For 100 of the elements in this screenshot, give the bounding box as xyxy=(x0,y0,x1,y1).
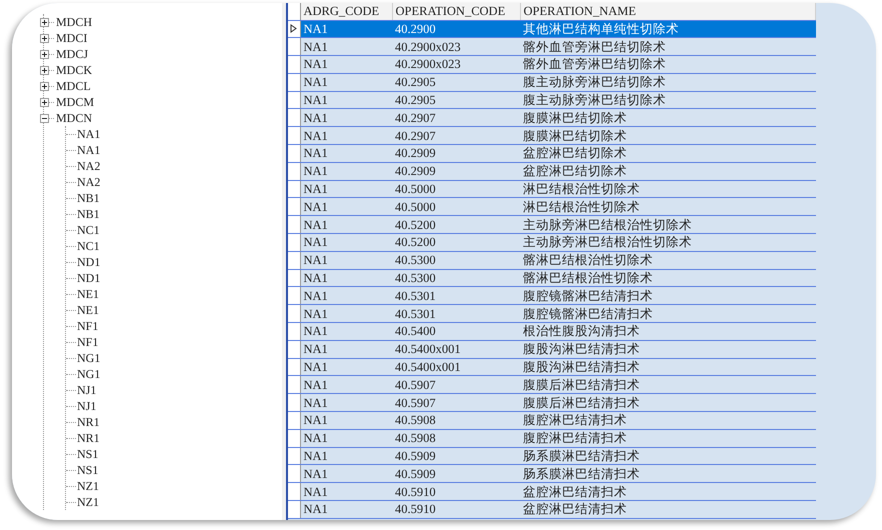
table-row[interactable]: NA1 40.5000 淋巴结根治性切除术 xyxy=(288,180,816,198)
tree-item[interactable]: NG1 xyxy=(77,366,100,382)
column-header[interactable]: OPERATION_CODE xyxy=(392,3,520,20)
table-cell: 40.2907 xyxy=(392,126,520,145)
table-cell: NA1 xyxy=(300,126,392,145)
expand-icon[interactable] xyxy=(40,18,49,26)
table-row[interactable]: NA1 40.5908 腹腔淋巴结清扫术 xyxy=(288,429,816,448)
table-row[interactable]: NA1 40.2909 盆腔淋巴结切除术 xyxy=(288,162,816,180)
table-row[interactable]: NA1 40.2900x023 髂外血管旁淋巴结切除术 xyxy=(288,56,816,74)
tree-item[interactable]: NZ1 xyxy=(77,494,99,510)
tree-item[interactable]: NB1 xyxy=(77,190,100,206)
tree-item[interactable]: NR1 xyxy=(77,414,100,430)
tree-item[interactable]: NA1 xyxy=(77,142,100,158)
table-row[interactable]: NA1 40.5910 盆腔淋巴结清扫术 xyxy=(288,482,816,501)
table-row[interactable]: NA1 40.5400 根治性腹股沟清扫术 xyxy=(288,322,816,340)
table-row[interactable]: NA1 40.2907 腹膜淋巴结切除术 xyxy=(288,108,816,127)
table-cell: 40.5907 xyxy=(392,394,520,412)
table-row[interactable]: NA1 40.5910 盆腔淋巴结清扫术 xyxy=(288,500,816,518)
tree-item[interactable]: NA1 xyxy=(77,126,100,142)
table-row[interactable]: NA1 40.5200 主动脉旁淋巴结根治性切除术 xyxy=(288,216,816,234)
table-row[interactable]: NA1 40.5400x001 腹股沟淋巴结清扫术 xyxy=(288,358,816,376)
table-row[interactable]: NA1 40.5400x001 腹股沟淋巴结清扫术 xyxy=(288,340,816,358)
table-cell: NA1 xyxy=(300,91,392,109)
table-row[interactable]: NA1 40.5300 髂淋巴结根治性切除术 xyxy=(288,269,816,287)
table-cell: 髂淋巴结根治性切除术 xyxy=(520,251,816,270)
column-header[interactable]: OPERATION_NAME xyxy=(520,3,816,20)
tree-item[interactable]: MDCH xyxy=(56,14,92,30)
tree-item[interactable]: NC1 xyxy=(77,238,100,254)
tree-item[interactable]: NR1 xyxy=(77,430,100,446)
tree-item[interactable]: NB1 xyxy=(77,206,100,222)
table-cell: 腹腔淋巴结清扫术 xyxy=(520,429,816,448)
table-cell: NA1 xyxy=(300,500,392,518)
tree-item[interactable]: NJ1 xyxy=(77,398,96,414)
table-cell: NA1 xyxy=(300,216,392,234)
table-cell: 腹腔淋巴结清扫术 xyxy=(520,412,816,430)
tree-item[interactable]: ND1 xyxy=(77,254,100,270)
table-row[interactable]: NA1 40.5908 腹腔淋巴结清扫术 xyxy=(288,412,816,430)
tree-item[interactable]: MDCI xyxy=(56,30,88,46)
tree-item[interactable]: MDCK xyxy=(56,62,92,78)
tree-item[interactable]: NF1 xyxy=(77,334,98,350)
table-row[interactable]: NA1 40.5300 髂淋巴结根治性切除术 xyxy=(288,251,816,270)
expand-icon[interactable] xyxy=(40,82,49,90)
tree-item[interactable]: NF1 xyxy=(77,318,98,334)
tree-item[interactable]: ND1 xyxy=(77,270,100,286)
table-row[interactable]: NA1 40.5000 淋巴结根治性切除术 xyxy=(288,198,816,216)
table-cell: 腹股沟淋巴结清扫术 xyxy=(520,340,816,358)
table-row[interactable]: NA1 40.5301 腹腔镜髂淋巴结清扫术 xyxy=(288,286,816,305)
table-cell: 40.2905 xyxy=(392,73,520,92)
table-cell: 腹主动脉旁淋巴结切除术 xyxy=(520,73,816,92)
table-cell: 盆腔淋巴结切除术 xyxy=(520,162,816,180)
table-row[interactable]: NA1 40.5907 腹膜后淋巴结清扫术 xyxy=(288,376,816,394)
table-row[interactable]: NA1 40.2909 盆腔淋巴结切除术 xyxy=(288,144,816,162)
table-row[interactable]: NA1 40.2905 腹主动脉旁淋巴结切除术 xyxy=(288,91,816,109)
expand-icon[interactable] xyxy=(40,98,49,106)
tree-item[interactable]: MDCL xyxy=(56,78,91,94)
expand-icon[interactable] xyxy=(40,50,49,58)
table-row[interactable]: NA1 40.5907 腹膜后淋巴结清扫术 xyxy=(288,394,816,412)
tree-item[interactable]: NS1 xyxy=(77,462,98,478)
table-row[interactable]: NA1 40.5301 腹腔镜髂淋巴结清扫术 xyxy=(288,304,816,323)
tree-item[interactable]: MDCN xyxy=(56,110,92,126)
tree-item[interactable]: NJ1 xyxy=(77,382,96,398)
tree-item[interactable]: NS1 xyxy=(77,446,98,462)
table-cell: 40.5908 xyxy=(392,429,520,448)
table-cell: NA1 xyxy=(300,447,392,465)
tree-item[interactable]: NE1 xyxy=(77,286,99,302)
expand-icon[interactable] xyxy=(40,66,49,74)
tree-item[interactable]: MDCJ xyxy=(56,46,88,62)
table-cell: NA1 xyxy=(300,322,392,340)
expand-icon[interactable] xyxy=(40,34,49,42)
table-row[interactable]: NA1 40.2900 其他淋巴结构单纯性切除术 xyxy=(288,20,816,38)
table-cell: 40.5300 xyxy=(392,269,520,287)
table-cell: 40.5000 xyxy=(392,198,520,216)
table-cell: 髂外血管旁淋巴结切除术 xyxy=(520,56,816,74)
table-cell: 40.2907 xyxy=(392,108,520,127)
table-row[interactable]: NA1 40.5200 主动脉旁淋巴结根治性切除术 xyxy=(288,234,816,252)
table-cell: NA1 xyxy=(300,358,392,376)
tree-item[interactable]: NZ1 xyxy=(77,478,99,494)
tree-item[interactable]: NG1 xyxy=(77,350,100,366)
collapse-icon[interactable] xyxy=(40,114,49,122)
tree-item[interactable]: MDCM xyxy=(56,94,94,110)
column-header[interactable]: ADRG_CODE xyxy=(300,3,392,20)
table-row[interactable]: NA1 40.5909 肠系膜淋巴结清扫术 xyxy=(288,447,816,465)
table-cell: 腹膜淋巴结切除术 xyxy=(520,126,816,145)
table-cell: NA1 xyxy=(300,286,392,305)
table-cell: 40.5300 xyxy=(392,251,520,270)
table-cell: NA1 xyxy=(300,162,392,180)
table-cell: 40.5908 xyxy=(392,412,520,430)
table-cell: 盆腔淋巴结切除术 xyxy=(520,144,816,162)
table-row[interactable]: NA1 40.2905 腹主动脉旁淋巴结切除术 xyxy=(288,73,816,92)
tree-item[interactable]: NA2 xyxy=(77,158,100,174)
table-cell: 腹膜后淋巴结清扫术 xyxy=(520,376,816,394)
table-row[interactable]: NA1 40.2900x023 髂外血管旁淋巴结切除术 xyxy=(288,38,816,56)
table-cell: NA1 xyxy=(300,412,392,430)
tree-item[interactable]: NA2 xyxy=(77,174,100,190)
table-row[interactable]: NA1 40.5909 肠系膜淋巴结清扫术 xyxy=(288,464,816,483)
table-cell: 根治性腹股沟清扫术 xyxy=(520,322,816,340)
current-row-icon xyxy=(290,24,297,34)
tree-item[interactable]: NC1 xyxy=(77,222,100,238)
tree-item[interactable]: NE1 xyxy=(77,302,99,318)
table-row[interactable]: NA1 40.2907 腹膜淋巴结切除术 xyxy=(288,126,816,145)
